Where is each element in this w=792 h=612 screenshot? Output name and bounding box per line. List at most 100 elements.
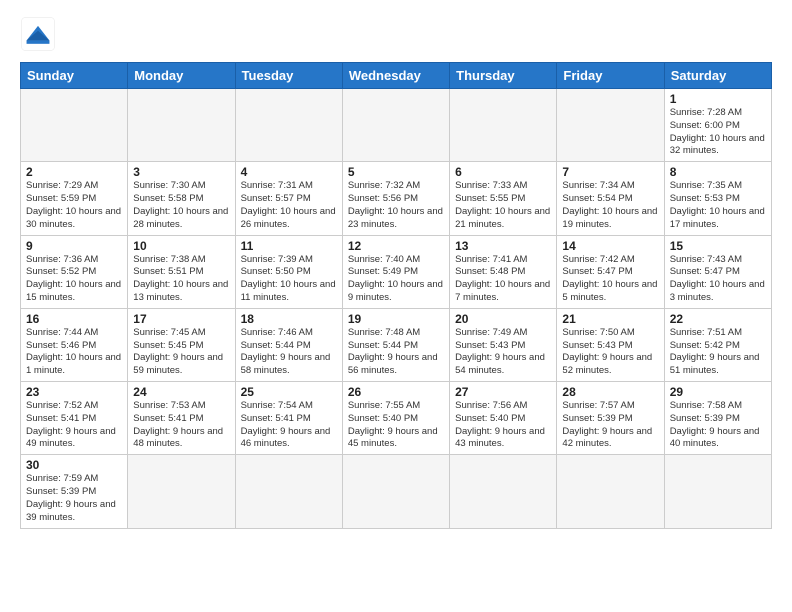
day-number: 29 [670, 385, 766, 399]
day-info: Sunrise: 7:28 AM Sunset: 6:00 PM Dayligh… [670, 107, 766, 158]
day-cell: 17Sunrise: 7:45 AM Sunset: 5:45 PM Dayli… [128, 308, 235, 381]
day-cell: 10Sunrise: 7:38 AM Sunset: 5:51 PM Dayli… [128, 235, 235, 308]
day-number: 22 [670, 312, 766, 326]
day-info: Sunrise: 7:29 AM Sunset: 5:59 PM Dayligh… [26, 180, 122, 231]
week-row-1: 2Sunrise: 7:29 AM Sunset: 5:59 PM Daylig… [21, 162, 772, 235]
day-info: Sunrise: 7:55 AM Sunset: 5:40 PM Dayligh… [348, 400, 444, 451]
calendar: SundayMondayTuesdayWednesdayThursdayFrid… [20, 62, 772, 529]
day-info: Sunrise: 7:50 AM Sunset: 5:43 PM Dayligh… [562, 327, 658, 378]
day-number: 8 [670, 165, 766, 179]
day-info: Sunrise: 7:43 AM Sunset: 5:47 PM Dayligh… [670, 254, 766, 305]
weekday-header-monday: Monday [128, 63, 235, 89]
day-info: Sunrise: 7:51 AM Sunset: 5:42 PM Dayligh… [670, 327, 766, 378]
day-cell [21, 89, 128, 162]
day-info: Sunrise: 7:38 AM Sunset: 5:51 PM Dayligh… [133, 254, 229, 305]
day-cell: 4Sunrise: 7:31 AM Sunset: 5:57 PM Daylig… [235, 162, 342, 235]
page: SundayMondayTuesdayWednesdayThursdayFrid… [0, 0, 792, 539]
day-number: 17 [133, 312, 229, 326]
day-cell: 21Sunrise: 7:50 AM Sunset: 5:43 PM Dayli… [557, 308, 664, 381]
day-info: Sunrise: 7:41 AM Sunset: 5:48 PM Dayligh… [455, 254, 551, 305]
day-info: Sunrise: 7:30 AM Sunset: 5:58 PM Dayligh… [133, 180, 229, 231]
day-info: Sunrise: 7:39 AM Sunset: 5:50 PM Dayligh… [241, 254, 337, 305]
day-cell: 28Sunrise: 7:57 AM Sunset: 5:39 PM Dayli… [557, 382, 664, 455]
day-number: 1 [670, 92, 766, 106]
day-cell: 23Sunrise: 7:52 AM Sunset: 5:41 PM Dayli… [21, 382, 128, 455]
day-info: Sunrise: 7:46 AM Sunset: 5:44 PM Dayligh… [241, 327, 337, 378]
day-number: 26 [348, 385, 444, 399]
day-cell: 6Sunrise: 7:33 AM Sunset: 5:55 PM Daylig… [450, 162, 557, 235]
day-number: 6 [455, 165, 551, 179]
day-cell [450, 455, 557, 528]
day-number: 27 [455, 385, 551, 399]
day-cell: 2Sunrise: 7:29 AM Sunset: 5:59 PM Daylig… [21, 162, 128, 235]
day-cell: 13Sunrise: 7:41 AM Sunset: 5:48 PM Dayli… [450, 235, 557, 308]
weekday-header-wednesday: Wednesday [342, 63, 449, 89]
day-info: Sunrise: 7:56 AM Sunset: 5:40 PM Dayligh… [455, 400, 551, 451]
day-number: 10 [133, 239, 229, 253]
day-cell: 9Sunrise: 7:36 AM Sunset: 5:52 PM Daylig… [21, 235, 128, 308]
week-row-0: 1Sunrise: 7:28 AM Sunset: 6:00 PM Daylig… [21, 89, 772, 162]
week-row-3: 16Sunrise: 7:44 AM Sunset: 5:46 PM Dayli… [21, 308, 772, 381]
day-info: Sunrise: 7:49 AM Sunset: 5:43 PM Dayligh… [455, 327, 551, 378]
day-number: 20 [455, 312, 551, 326]
day-cell [128, 89, 235, 162]
day-cell [342, 89, 449, 162]
day-info: Sunrise: 7:45 AM Sunset: 5:45 PM Dayligh… [133, 327, 229, 378]
day-info: Sunrise: 7:33 AM Sunset: 5:55 PM Dayligh… [455, 180, 551, 231]
day-cell: 24Sunrise: 7:53 AM Sunset: 5:41 PM Dayli… [128, 382, 235, 455]
day-info: Sunrise: 7:59 AM Sunset: 5:39 PM Dayligh… [26, 473, 122, 524]
day-info: Sunrise: 7:44 AM Sunset: 5:46 PM Dayligh… [26, 327, 122, 378]
day-cell [128, 455, 235, 528]
generalblue-logo-icon [20, 16, 56, 52]
day-cell: 26Sunrise: 7:55 AM Sunset: 5:40 PM Dayli… [342, 382, 449, 455]
day-number: 14 [562, 239, 658, 253]
day-number: 25 [241, 385, 337, 399]
day-cell: 20Sunrise: 7:49 AM Sunset: 5:43 PM Dayli… [450, 308, 557, 381]
day-info: Sunrise: 7:53 AM Sunset: 5:41 PM Dayligh… [133, 400, 229, 451]
week-row-4: 23Sunrise: 7:52 AM Sunset: 5:41 PM Dayli… [21, 382, 772, 455]
weekday-header-saturday: Saturday [664, 63, 771, 89]
day-info: Sunrise: 7:32 AM Sunset: 5:56 PM Dayligh… [348, 180, 444, 231]
day-number: 4 [241, 165, 337, 179]
day-cell: 29Sunrise: 7:58 AM Sunset: 5:39 PM Dayli… [664, 382, 771, 455]
day-cell: 19Sunrise: 7:48 AM Sunset: 5:44 PM Dayli… [342, 308, 449, 381]
week-row-5: 30Sunrise: 7:59 AM Sunset: 5:39 PM Dayli… [21, 455, 772, 528]
day-cell [557, 89, 664, 162]
day-number: 23 [26, 385, 122, 399]
day-info: Sunrise: 7:58 AM Sunset: 5:39 PM Dayligh… [670, 400, 766, 451]
day-number: 15 [670, 239, 766, 253]
day-number: 24 [133, 385, 229, 399]
day-info: Sunrise: 7:34 AM Sunset: 5:54 PM Dayligh… [562, 180, 658, 231]
day-cell: 12Sunrise: 7:40 AM Sunset: 5:49 PM Dayli… [342, 235, 449, 308]
day-cell [235, 455, 342, 528]
week-row-2: 9Sunrise: 7:36 AM Sunset: 5:52 PM Daylig… [21, 235, 772, 308]
weekday-header-row: SundayMondayTuesdayWednesdayThursdayFrid… [21, 63, 772, 89]
day-cell: 27Sunrise: 7:56 AM Sunset: 5:40 PM Dayli… [450, 382, 557, 455]
day-info: Sunrise: 7:35 AM Sunset: 5:53 PM Dayligh… [670, 180, 766, 231]
day-cell: 5Sunrise: 7:32 AM Sunset: 5:56 PM Daylig… [342, 162, 449, 235]
day-cell: 25Sunrise: 7:54 AM Sunset: 5:41 PM Dayli… [235, 382, 342, 455]
day-cell [450, 89, 557, 162]
day-number: 16 [26, 312, 122, 326]
day-cell: 8Sunrise: 7:35 AM Sunset: 5:53 PM Daylig… [664, 162, 771, 235]
day-cell [664, 455, 771, 528]
header [20, 16, 772, 52]
day-number: 19 [348, 312, 444, 326]
day-info: Sunrise: 7:57 AM Sunset: 5:39 PM Dayligh… [562, 400, 658, 451]
day-info: Sunrise: 7:48 AM Sunset: 5:44 PM Dayligh… [348, 327, 444, 378]
day-cell: 30Sunrise: 7:59 AM Sunset: 5:39 PM Dayli… [21, 455, 128, 528]
day-number: 2 [26, 165, 122, 179]
day-number: 13 [455, 239, 551, 253]
logo [20, 16, 60, 52]
day-number: 11 [241, 239, 337, 253]
day-number: 3 [133, 165, 229, 179]
day-cell: 18Sunrise: 7:46 AM Sunset: 5:44 PM Dayli… [235, 308, 342, 381]
day-cell: 7Sunrise: 7:34 AM Sunset: 5:54 PM Daylig… [557, 162, 664, 235]
day-info: Sunrise: 7:42 AM Sunset: 5:47 PM Dayligh… [562, 254, 658, 305]
day-cell [235, 89, 342, 162]
day-number: 21 [562, 312, 658, 326]
day-cell: 3Sunrise: 7:30 AM Sunset: 5:58 PM Daylig… [128, 162, 235, 235]
day-info: Sunrise: 7:36 AM Sunset: 5:52 PM Dayligh… [26, 254, 122, 305]
day-cell: 15Sunrise: 7:43 AM Sunset: 5:47 PM Dayli… [664, 235, 771, 308]
day-info: Sunrise: 7:40 AM Sunset: 5:49 PM Dayligh… [348, 254, 444, 305]
